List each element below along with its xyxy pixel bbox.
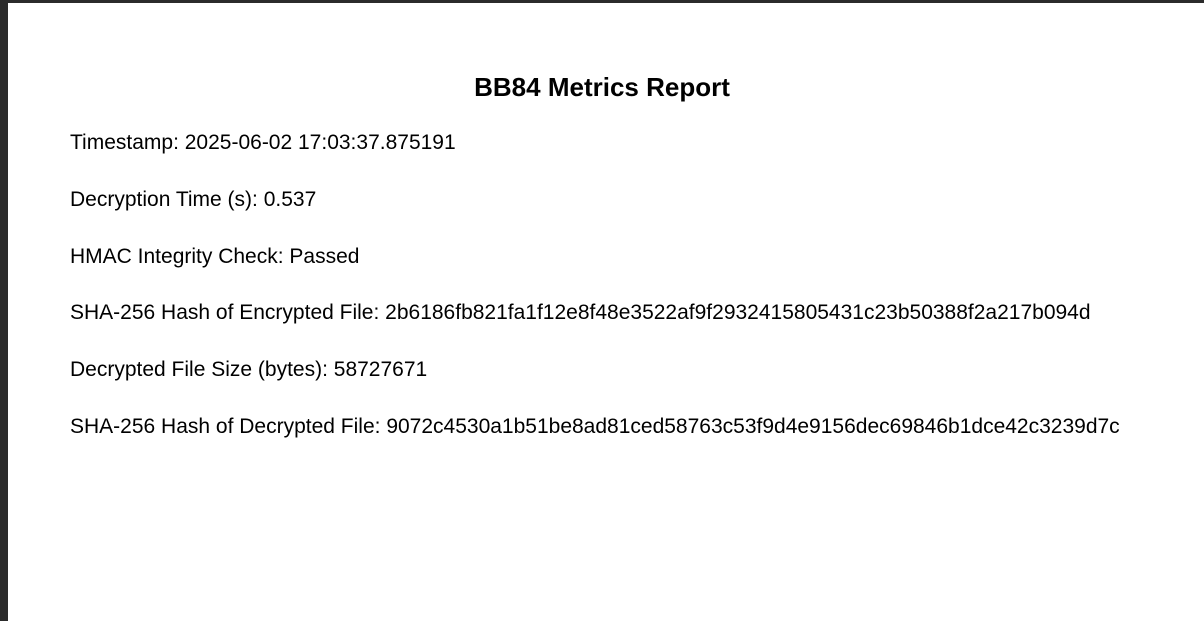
- decrypted-size-line: Decrypted File Size (bytes): 58727671: [70, 357, 427, 383]
- hmac-check-label: HMAC Integrity Check:: [70, 245, 290, 268]
- encrypted-hash-value: 2b6186fb821fa1f12e8f48e3522af9f293241580…: [385, 301, 1091, 324]
- decrypted-size-label: Decrypted File Size (bytes):: [70, 358, 334, 381]
- decrypted-hash-line: SHA-256 Hash of Decrypted File: 9072c453…: [70, 414, 1120, 440]
- decryption-time-label: Decryption Time (s):: [70, 188, 264, 211]
- encrypted-hash-label: SHA-256 Hash of Encrypted File:: [70, 301, 386, 324]
- decrypted-size-value: 58727671: [333, 358, 428, 381]
- decrypted-hash-label: SHA-256 Hash of Decrypted File:: [70, 415, 387, 438]
- timestamp-label: Timestamp:: [70, 131, 185, 154]
- report-title: BB84 Metrics Report: [474, 72, 730, 102]
- encrypted-hash-line: SHA-256 Hash of Encrypted File: 2b6186fb…: [70, 300, 1091, 326]
- decryption-time-value: 0.537: [263, 188, 317, 211]
- document-viewer: BB84 Metrics Report Timestamp: 2025-06-0…: [0, 0, 1204, 621]
- decrypted-hash-value: 9072c4530a1b51be8ad81ced58763c53f9d4e915…: [386, 415, 1120, 438]
- decryption-time-line: Decryption Time (s): 0.537: [70, 187, 316, 213]
- hmac-check-line: HMAC Integrity Check: Passed: [70, 244, 359, 270]
- hmac-check-value: Passed: [289, 245, 360, 268]
- timestamp-line: Timestamp: 2025-06-02 17:03:37.875191: [70, 130, 456, 156]
- document-page: BB84 Metrics Report Timestamp: 2025-06-0…: [8, 3, 1204, 621]
- timestamp-value: 2025-06-02 17:03:37.875191: [184, 131, 456, 154]
